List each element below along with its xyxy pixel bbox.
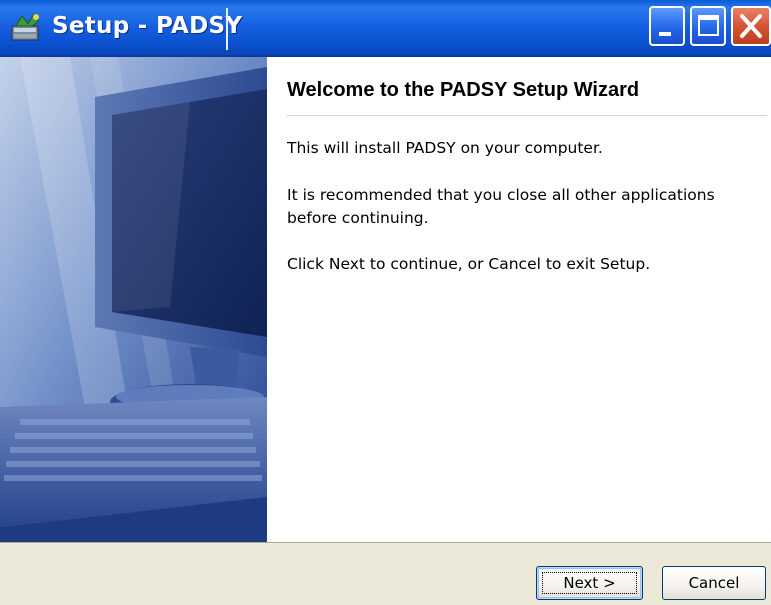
button-bar: Next > Cancel	[0, 543, 771, 605]
next-button-label: Next >	[563, 574, 616, 592]
minimize-button[interactable]	[649, 6, 685, 46]
close-icon	[740, 14, 762, 38]
cancel-button[interactable]: Cancel	[662, 566, 766, 600]
intro-text: This will install PADSY on your computer…	[287, 139, 603, 157]
title-divider-line	[287, 115, 767, 116]
wizard-content: Welcome to the PADSY Setup Wizard This w…	[267, 57, 771, 542]
instruction-text: Click Next to continue, or Cancel to exi…	[287, 255, 651, 273]
window-title: Setup - PADSY	[52, 13, 243, 39]
title-bar[interactable]: Setup - PADSY	[0, 0, 771, 57]
setup-installer-icon[interactable]	[8, 12, 46, 46]
setup-window: Setup - PADSY Welcome to the PADSY Setup…	[0, 0, 771, 605]
cancel-button-label: Cancel	[688, 574, 740, 592]
minimize-icon	[659, 32, 671, 36]
next-button[interactable]: Next >	[536, 566, 643, 600]
maximize-icon	[698, 15, 719, 36]
computer-monitor-keyboard-illustration	[0, 57, 270, 542]
title-divider	[226, 8, 228, 50]
wizard-side-image	[0, 57, 270, 542]
maximize-button[interactable]	[690, 6, 726, 46]
page-title: Welcome to the PADSY Setup Wizard	[287, 79, 640, 101]
recommendation-text: It is recommended that you close all oth…	[287, 186, 715, 227]
close-button[interactable]	[731, 6, 771, 46]
